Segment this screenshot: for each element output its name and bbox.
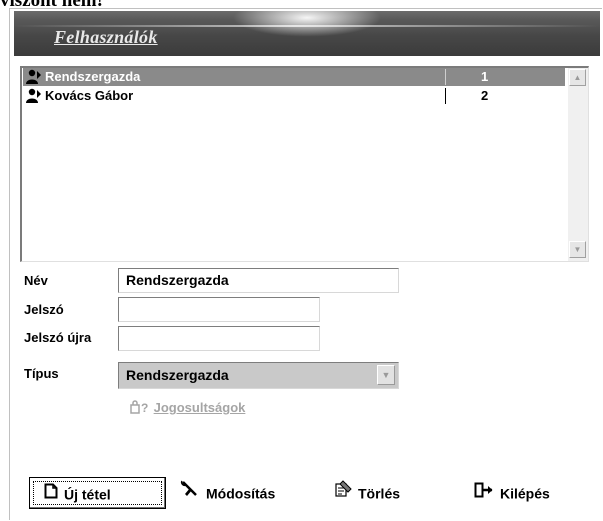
exit-button[interactable]: Kilépés [474, 477, 584, 509]
modify-label: Módosítás [206, 485, 276, 502]
column-separator [445, 69, 446, 85]
chevron-down-icon[interactable]: ▼ [377, 365, 395, 385]
permissions-label: Jogosultságok [153, 400, 246, 415]
list-item[interactable]: Rendszergazda 1 [23, 68, 565, 86]
eraser-icon [334, 478, 352, 508]
key-icon: ? [130, 400, 154, 415]
window-title: Felhasználók [54, 27, 158, 47]
user-icon [25, 88, 43, 104]
password-label: Jelszó [24, 302, 64, 317]
delete-label: Törlés [358, 485, 401, 502]
delete-button[interactable]: Törlés [334, 477, 424, 509]
type-select[interactable]: Rendszergazda ▼ [118, 362, 399, 389]
list-scrollbar[interactable]: ▲ ▼ [568, 68, 588, 261]
name-field[interactable]: Rendszergazda [118, 268, 399, 293]
tools-icon [180, 478, 200, 508]
user-name: Rendszergazda [45, 69, 141, 84]
svg-text:?: ? [141, 401, 148, 414]
password-again-field[interactable] [118, 326, 320, 351]
exit-label: Kilépés [500, 485, 550, 502]
new-document-icon [44, 479, 58, 509]
user-icon [25, 69, 43, 85]
name-label: Név [24, 273, 48, 288]
type-select-value: Rendszergazda [126, 367, 229, 383]
scroll-up-arrow-icon[interactable]: ▲ [569, 69, 586, 86]
user-id: 1 [481, 69, 489, 84]
column-separator [445, 88, 446, 104]
new-item-label: Új tétel [64, 486, 111, 503]
users-list[interactable]: Rendszergazda 1 Kovács Gábor 2 ▲ ▼ [20, 66, 589, 262]
password-field[interactable] [118, 297, 320, 322]
password-again-label: Jelszó újra [24, 330, 92, 345]
user-name: Kovács Gábor [45, 88, 134, 103]
scroll-down-arrow-icon[interactable]: ▼ [569, 241, 586, 258]
exit-door-icon [474, 478, 494, 508]
type-label: Típus [24, 366, 59, 381]
modify-button[interactable]: Módosítás [180, 477, 300, 509]
user-id: 2 [481, 88, 489, 103]
new-item-button[interactable]: Új tétel [29, 477, 166, 509]
permissions-button[interactable]: ? Jogosultságok [130, 400, 245, 415]
list-item[interactable]: Kovács Gábor 2 [23, 87, 565, 105]
title-banner: Felhasználók [14, 11, 600, 56]
